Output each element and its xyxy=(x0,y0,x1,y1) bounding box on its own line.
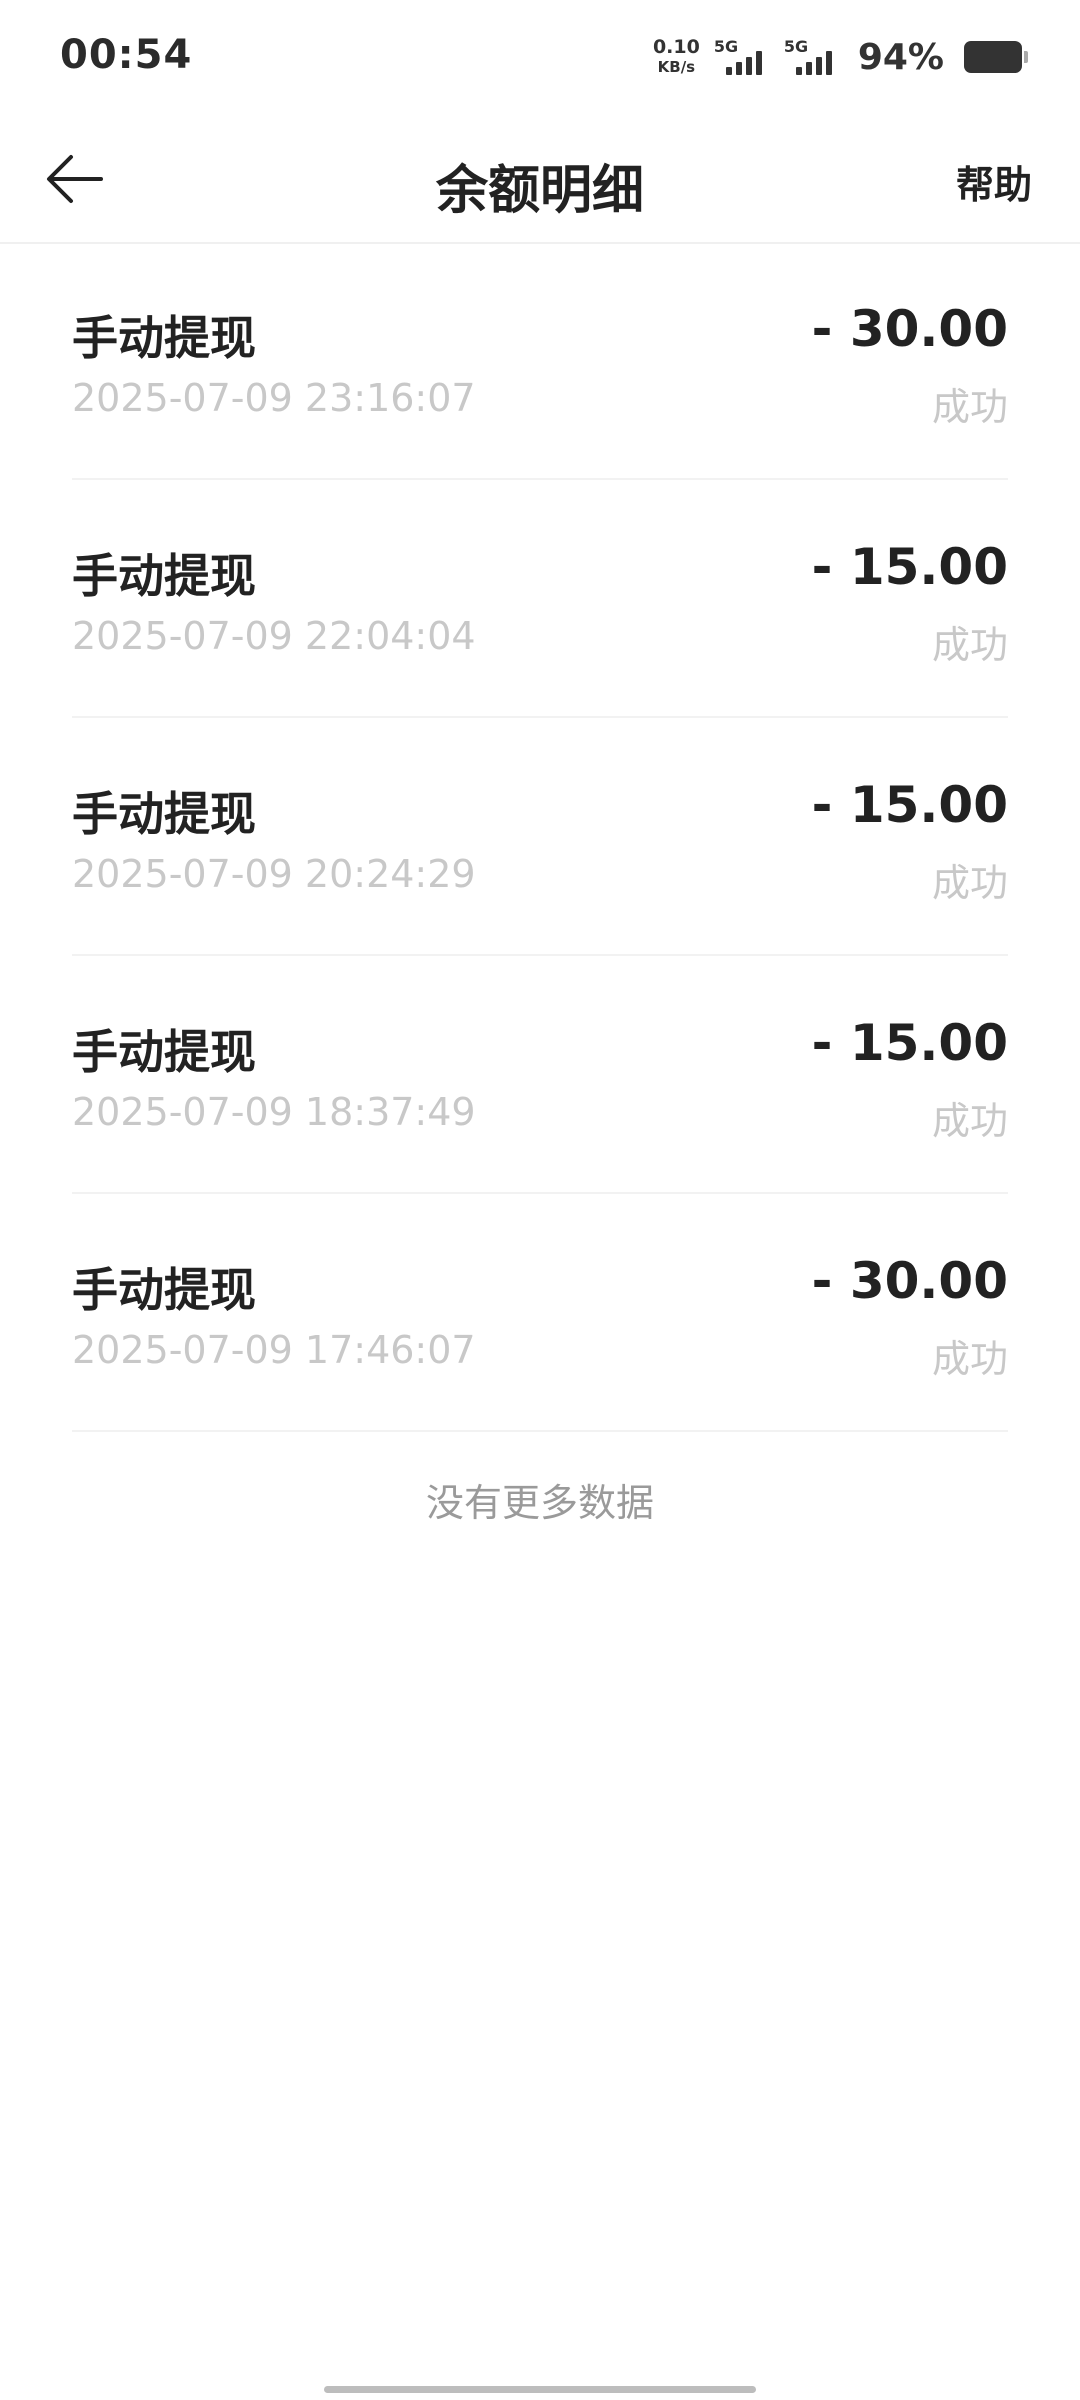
balance-detail-screen: 00:54 0.10 KB/s 5G 5G 94% 余额明细 帮助 手动提现 2… xyxy=(0,0,1080,2400)
record-amount: - 30.00 xyxy=(811,1252,1008,1310)
record-time: 2025-07-09 23:16:07 xyxy=(72,376,476,420)
record-item[interactable]: 手动提现 2025-07-09 18:37:49 - 15.00 成功 xyxy=(72,956,1008,1194)
record-title: 手动提现 xyxy=(72,1025,256,1079)
status-indicators: 0.10 KB/s 5G 5G 94% xyxy=(653,34,1028,80)
help-button[interactable]: 帮助 xyxy=(956,154,1032,209)
sim2-signal-icon: 5G xyxy=(784,35,840,79)
network-speed-value: 0.10 xyxy=(652,36,700,58)
record-time: 2025-07-09 17:46:07 xyxy=(72,1328,476,1372)
network-speed-unit: KB/s xyxy=(657,58,696,76)
record-status: 成功 xyxy=(931,1099,1008,1143)
record-status: 成功 xyxy=(931,861,1008,905)
record-time: 2025-07-09 18:37:49 xyxy=(72,1090,476,1134)
record-amount: - 30.00 xyxy=(811,300,1008,358)
record-item[interactable]: 手动提现 2025-07-09 17:46:07 - 30.00 成功 xyxy=(72,1194,1008,1432)
record-amount: - 15.00 xyxy=(811,1014,1008,1072)
record-status: 成功 xyxy=(931,1337,1008,1381)
record-title: 手动提现 xyxy=(72,1263,256,1317)
sim1-signal-icon: 5G xyxy=(714,35,770,79)
record-amount: - 15.00 xyxy=(811,776,1008,834)
record-status: 成功 xyxy=(931,385,1008,429)
record-title: 手动提现 xyxy=(72,311,256,365)
status-bar: 00:54 0.10 KB/s 5G 5G 94% xyxy=(0,0,1080,116)
navigation-bar: 余额明细 帮助 xyxy=(0,116,1080,244)
network-speed: 0.10 KB/s xyxy=(653,37,700,77)
record-time: 2025-07-09 22:04:04 xyxy=(72,614,476,658)
home-indicator[interactable] xyxy=(324,2386,756,2393)
record-item[interactable]: 手动提现 2025-07-09 22:04:04 - 15.00 成功 xyxy=(72,480,1008,718)
record-status: 成功 xyxy=(931,623,1008,667)
record-item[interactable]: 手动提现 2025-07-09 20:24:29 - 15.00 成功 xyxy=(72,718,1008,956)
record-item[interactable]: 手动提现 2025-07-09 23:16:07 - 30.00 成功 xyxy=(72,242,1008,480)
battery-icon xyxy=(964,41,1028,73)
page-title: 余额明细 xyxy=(435,161,644,221)
balance-record-list: 手动提现 2025-07-09 23:16:07 - 30.00 成功 手动提现… xyxy=(72,242,1008,1432)
record-title: 手动提现 xyxy=(72,549,256,603)
no-more-data-text: 没有更多数据 xyxy=(425,1481,654,1525)
status-time: 00:54 xyxy=(60,32,193,78)
record-amount: - 15.00 xyxy=(811,538,1008,596)
battery-percent: 94% xyxy=(857,36,944,78)
record-time: 2025-07-09 20:24:29 xyxy=(72,852,476,896)
record-title: 手动提现 xyxy=(72,787,256,841)
